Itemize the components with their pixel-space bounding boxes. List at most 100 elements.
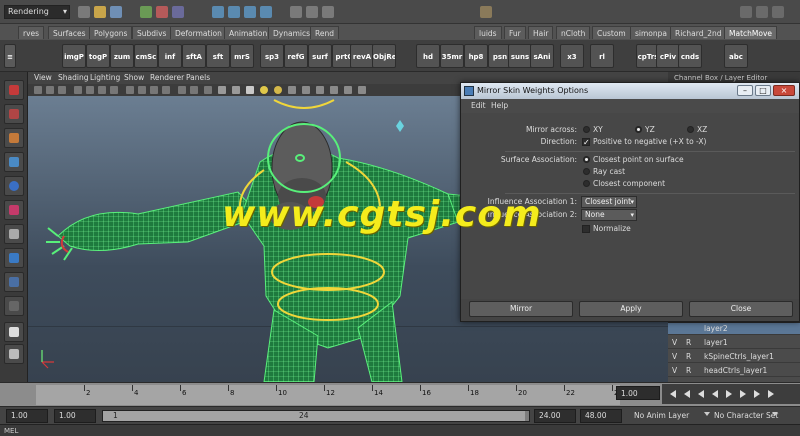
shelf-button-sp3[interactable]: sp3 [260, 44, 284, 68]
shelf-button-reva[interactable]: revA [350, 44, 374, 68]
shelf-tab-animation[interactable]: Animation [224, 26, 273, 39]
shelf-button-hp8[interactable]: hp8 [464, 44, 488, 68]
direction-checkbox[interactable]: ✓ [582, 138, 590, 147]
close-button[interactable]: Close [689, 301, 793, 317]
shelf-button-mrs[interactable]: mrS [230, 44, 254, 68]
layout-single-pane[interactable] [4, 322, 24, 342]
snap-grid-icon[interactable] [212, 6, 224, 18]
select-object-icon[interactable] [156, 6, 168, 18]
wireframe-on-shaded-icon[interactable] [204, 86, 212, 94]
shelf-button-abc[interactable]: abc [724, 44, 748, 68]
film-gate-icon[interactable] [98, 86, 106, 94]
safe-action-icon[interactable] [150, 86, 158, 94]
layer-visibility[interactable]: V [672, 337, 677, 349]
shelf-tab-dynamics[interactable]: Dynamics [268, 26, 315, 39]
viewport-menu-show[interactable]: Show [124, 72, 144, 84]
normalize-checkbox[interactable] [582, 225, 590, 233]
shelf-button-togp[interactable]: togP [86, 44, 110, 68]
shelf-button-sfta[interactable]: sftA [182, 44, 206, 68]
current-frame-field[interactable]: 1.00 [616, 386, 660, 400]
rotate-tool[interactable] [4, 176, 24, 196]
menu-set-select[interactable]: Rendering ▾ [4, 5, 70, 19]
tool-settings-icon[interactable] [756, 6, 768, 18]
shelf-tab-surfaces[interactable]: Surfaces [48, 26, 91, 39]
shelf-tab-simonpa[interactable]: simonpa [630, 26, 672, 39]
high-quality-icon[interactable] [274, 86, 282, 94]
viewport-menu-view[interactable]: View [34, 72, 52, 84]
playback-end-field[interactable]: 24.00 [534, 409, 576, 423]
shelf-tab-curves[interactable]: rves [18, 26, 45, 39]
shelf-button-refg[interactable]: refG [284, 44, 308, 68]
influence-association-2-dropdown[interactable]: None ▾ [581, 209, 637, 221]
scale-tool[interactable] [4, 200, 24, 220]
snap-plane-icon[interactable] [260, 6, 272, 18]
shelf-tab-hair[interactable]: Hair [528, 26, 554, 39]
close-window-button[interactable]: × [773, 85, 795, 96]
xray-joints-icon[interactable] [316, 86, 324, 94]
range-slider-handle[interactable]: 1 24 [103, 411, 525, 421]
shelf-button-inf[interactable]: inf [158, 44, 182, 68]
show-manipulator-tool[interactable] [4, 272, 24, 292]
shelf-tab-fur[interactable]: Fur [504, 26, 526, 39]
maximize-button[interactable]: □ [755, 85, 771, 96]
animation-end-field[interactable]: 48.00 [580, 409, 622, 423]
chevron-down-icon[interactable] [772, 412, 778, 416]
layer-reference[interactable]: R [686, 351, 691, 363]
shelf-button-x3[interactable]: x3 [560, 44, 584, 68]
dialog-menu-edit[interactable]: Edit [471, 99, 486, 113]
snap-point-icon[interactable] [244, 6, 256, 18]
open-scene-icon[interactable] [94, 6, 106, 18]
radio-closest-point[interactable] [583, 156, 590, 163]
shelf-tab-rendering[interactable]: Rend [310, 26, 340, 39]
shelf-button-sani[interactable]: sAni [530, 44, 554, 68]
soft-mod-tool[interactable] [4, 248, 24, 268]
save-scene-icon[interactable] [110, 6, 122, 18]
radio-xz[interactable] [687, 126, 694, 133]
shelf-button-suns[interactable]: suns [508, 44, 532, 68]
select-tool[interactable] [4, 80, 24, 100]
dialog-title-bar[interactable]: Mirror Skin Weights Options – □ × [461, 83, 799, 99]
radio-ray-cast[interactable] [583, 168, 590, 175]
chevron-down-icon[interactable] [704, 412, 710, 416]
universal-manipulator-tool[interactable] [4, 224, 24, 244]
channel-box-icon[interactable] [772, 6, 784, 18]
shelf-tab-custom[interactable]: Custom [592, 26, 631, 39]
go-to-start-icon[interactable] [670, 390, 676, 398]
shelf-button-objre[interactable]: ObjRe [372, 44, 396, 68]
anti-alias-icon[interactable] [358, 86, 366, 94]
apply-button[interactable]: Apply [579, 301, 683, 317]
shelf-tab-matchmove[interactable]: MatchMove [724, 26, 777, 39]
render-frame-icon[interactable] [306, 6, 318, 18]
input-line-icon[interactable] [480, 6, 492, 18]
ipr-render-icon[interactable] [322, 6, 334, 18]
history-icon[interactable] [290, 6, 302, 18]
step-forward-key-icon[interactable] [740, 390, 746, 398]
go-to-end-icon[interactable] [768, 390, 774, 398]
shelf-tab-polygons[interactable]: Polygons [89, 26, 133, 39]
isolate-select-icon[interactable] [288, 86, 296, 94]
character-set-label[interactable]: No Character Set [714, 411, 778, 420]
radio-xy[interactable] [583, 126, 590, 133]
shelf-button-rl[interactable]: rl [590, 44, 614, 68]
shelf-button-hd[interactable]: hd [416, 44, 440, 68]
layer-row[interactable]: V R headCtrls_layer1 [668, 365, 800, 377]
motion-blur-icon[interactable] [344, 86, 352, 94]
step-back-icon[interactable] [684, 390, 690, 398]
layer-row[interactable]: V R layer1 [668, 337, 800, 349]
viewport-menu-renderer[interactable]: Renderer [150, 72, 184, 84]
move-tool[interactable] [4, 152, 24, 172]
field-chart-icon[interactable] [138, 86, 146, 94]
range-slider[interactable]: 1 24 [102, 410, 530, 422]
shelf-button-zum[interactable]: zum [110, 44, 134, 68]
shelf-tab-richard-2nd[interactable]: Richard_2nd [670, 26, 727, 39]
use-all-lights-icon[interactable] [232, 86, 240, 94]
select-component-icon[interactable] [172, 6, 184, 18]
layer-reference[interactable]: R [686, 365, 691, 377]
radio-closest-component[interactable] [583, 180, 590, 187]
influence-association-1-dropdown[interactable]: Closest joint ▾ [581, 196, 637, 208]
minimize-button[interactable]: – [737, 85, 753, 96]
viewport-menu-lighting[interactable]: Lighting [90, 72, 120, 84]
textured-icon[interactable] [218, 86, 226, 94]
shelf-button-35mr[interactable]: 35mr [440, 44, 464, 68]
new-scene-icon[interactable] [78, 6, 90, 18]
